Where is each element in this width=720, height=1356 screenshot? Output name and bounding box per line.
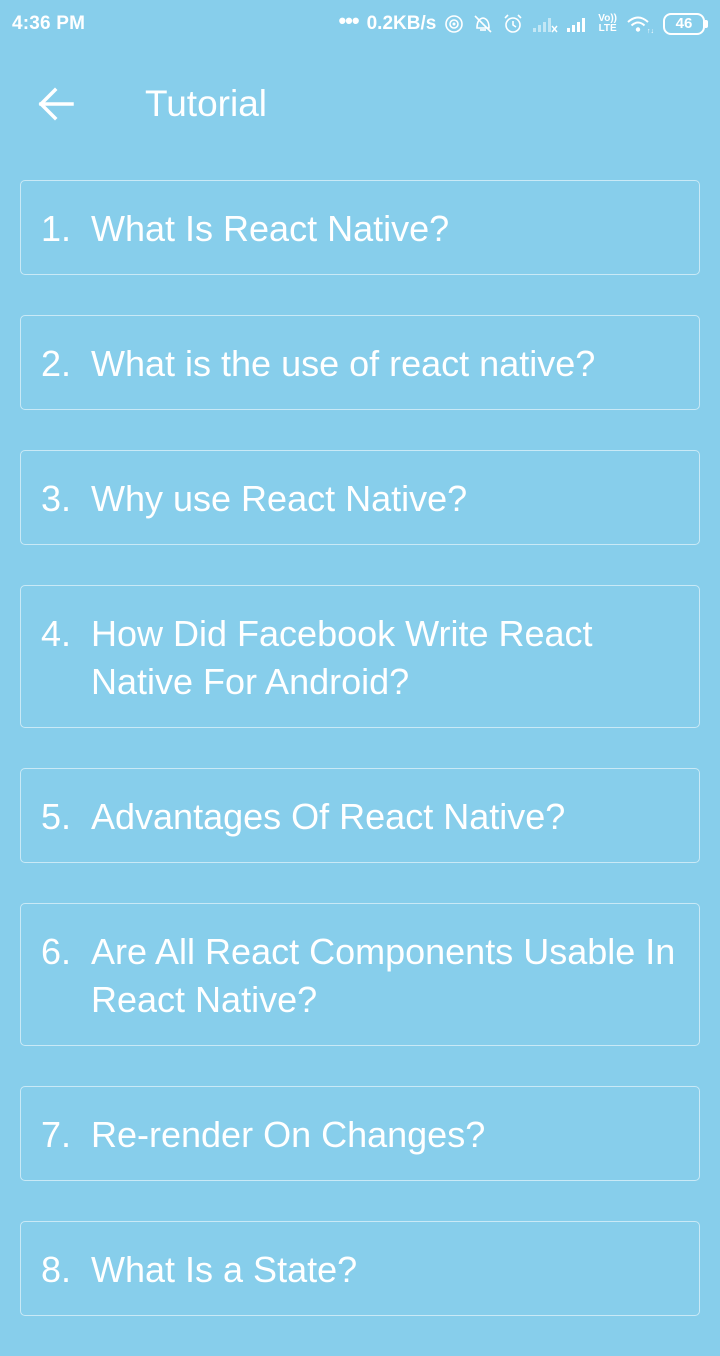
item-title: Re-render On Changes? (91, 1114, 486, 1155)
battery-level: 46 (663, 13, 705, 35)
item-title: How Did Facebook Write React Native For … (91, 613, 593, 702)
item-number: 7. (41, 1114, 72, 1155)
item-title: Advantages Of React Native? (91, 796, 566, 837)
list-item[interactable]: 1. What Is React Native? (20, 180, 700, 275)
battery-indicator: 46 (663, 13, 708, 35)
list-item[interactable]: 4. How Did Facebook Write React Native F… (20, 585, 700, 728)
item-number: 6. (41, 931, 72, 972)
item-title: What is the use of react native? (91, 343, 596, 384)
list-item[interactable]: 8. What Is a State? (20, 1221, 700, 1316)
item-title: Are All React Components Usable In React… (91, 931, 676, 1020)
item-number: 4. (41, 613, 72, 654)
status-bar: 4:36 PM ••• 0.2KB/s Vo)) LTE ↑↓ 46 (0, 0, 720, 48)
header-bar: Tutorial (0, 56, 720, 156)
tutorial-list: 1. What Is React Native? 2. What is the … (20, 180, 700, 1356)
alarm-off-icon (472, 13, 494, 35)
list-item[interactable]: 2. What is the use of react native? (20, 315, 700, 410)
list-item[interactable]: 5. Advantages Of React Native? (20, 768, 700, 863)
status-time: 4:36 PM (12, 13, 86, 34)
item-number: 2. (41, 343, 72, 384)
item-title: Why use React Native? (91, 478, 468, 519)
network-speed: 0.2KB/s (366, 13, 437, 34)
volte-indicator: Vo)) LTE (598, 13, 617, 34)
list-item[interactable]: 6. Are All React Components Usable In Re… (20, 903, 700, 1046)
notification-dots: ••• (338, 8, 359, 33)
status-icons: ••• 0.2KB/s Vo)) LTE ↑↓ 46 (338, 8, 708, 35)
page-title: Tutorial (145, 83, 268, 124)
arrow-left-icon (38, 87, 74, 121)
item-title: What Is a State? (91, 1249, 358, 1290)
item-number: 3. (41, 478, 72, 519)
wifi-icon: ↑↓ (625, 14, 655, 34)
item-number: 8. (41, 1249, 72, 1290)
signal-strong-icon (566, 15, 590, 33)
item-number: 1. (41, 208, 72, 249)
signal-weak-icon (532, 15, 558, 33)
svg-text:↑↓: ↑↓ (647, 28, 654, 34)
list-item[interactable]: 3. Why use React Native? (20, 450, 700, 545)
alarm-clock-icon (502, 13, 524, 35)
list-item[interactable]: 7. Re-render On Changes? (20, 1086, 700, 1181)
hotspot-icon (444, 14, 464, 34)
item-title: What Is React Native? (91, 208, 450, 249)
back-button[interactable] (34, 82, 78, 126)
item-number: 5. (41, 796, 72, 837)
battery-cap (705, 20, 708, 28)
